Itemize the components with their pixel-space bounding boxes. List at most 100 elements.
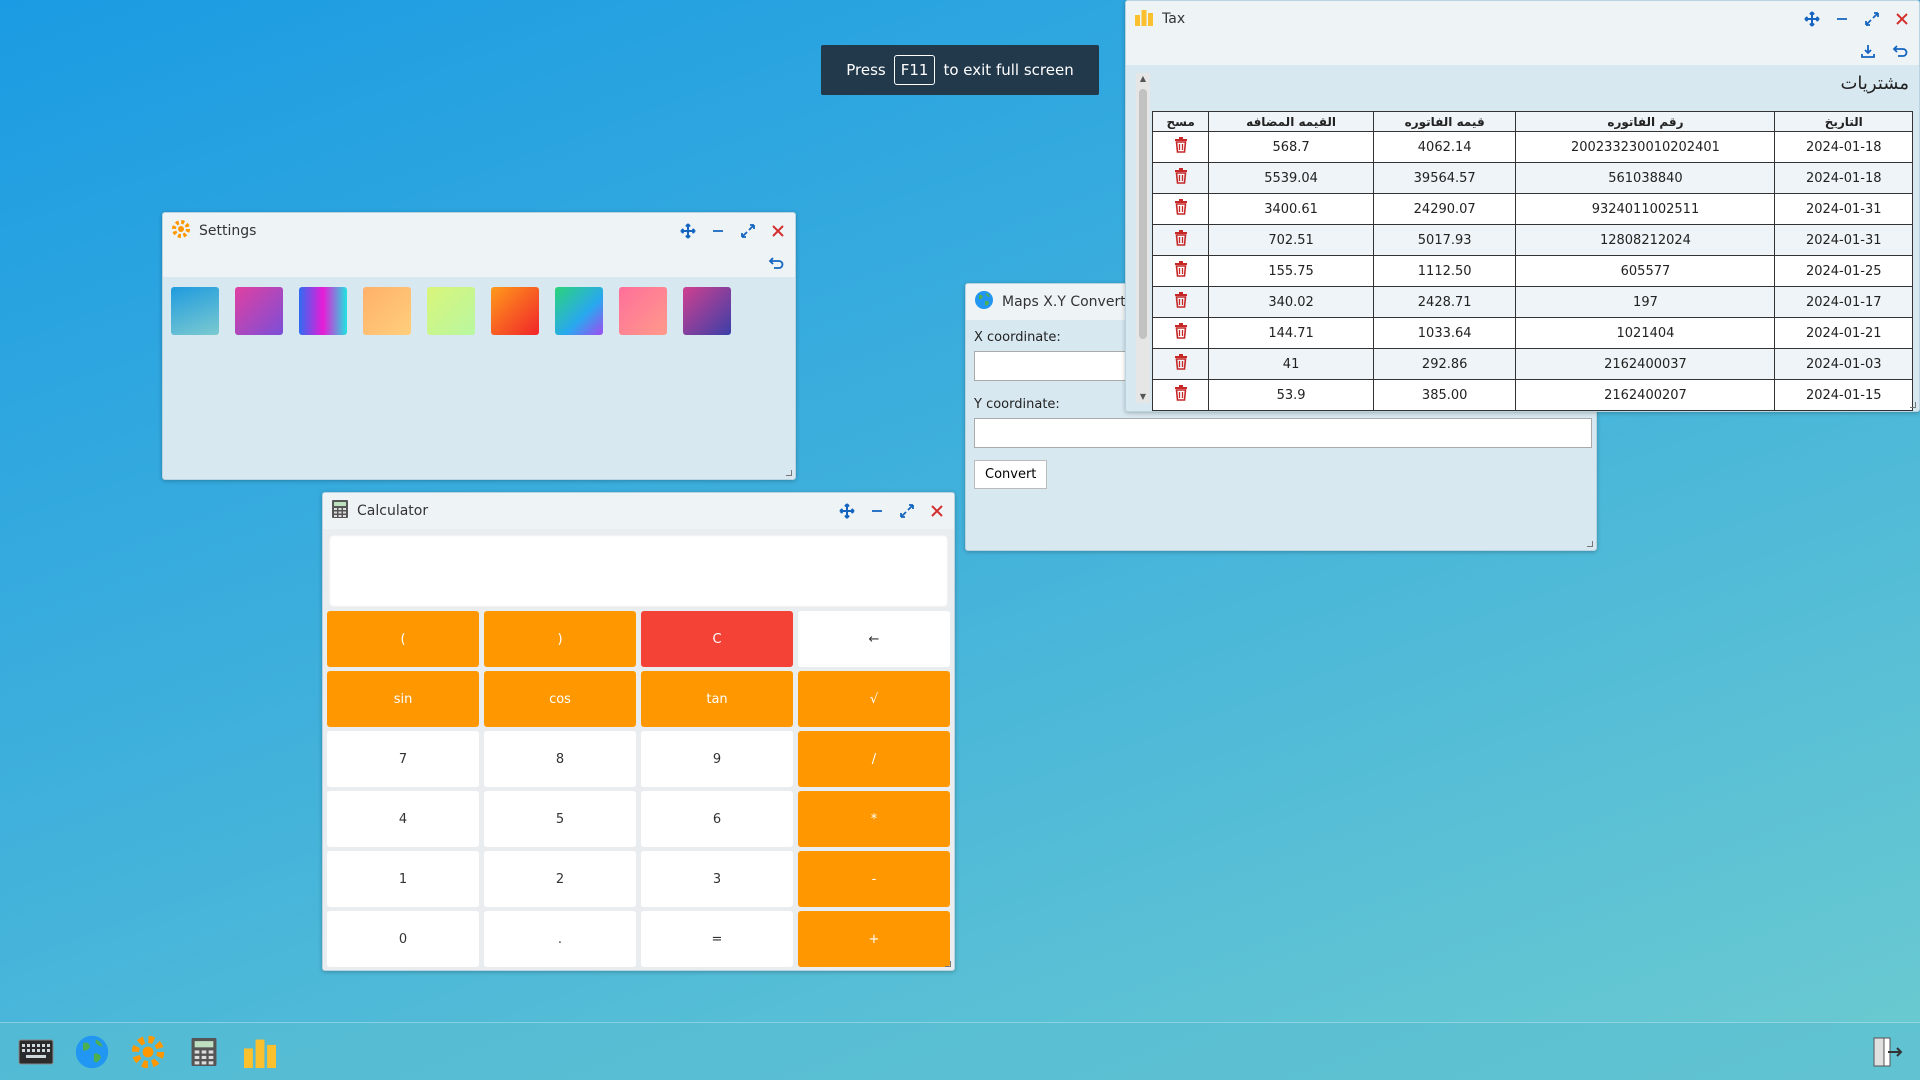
theme-swatch[interactable] [427,287,475,335]
sin-button[interactable]: sin [327,671,479,727]
subtract-button[interactable]: - [798,851,950,907]
resize-grip[interactable] [1587,541,1593,547]
trash-icon[interactable] [1174,137,1188,157]
digit-3-button[interactable]: 3 [641,851,793,907]
sqrt-button[interactable]: √ [798,671,950,727]
table-cell: 2024-01-18 [1774,162,1913,194]
multiply-button[interactable]: * [798,791,950,847]
delete-cell[interactable] [1151,348,1210,380]
delete-cell[interactable] [1151,193,1210,225]
delete-cell[interactable] [1151,286,1210,318]
theme-swatch[interactable] [235,287,283,335]
tax-titlebar[interactable]: Tax [1126,1,1919,37]
table-cell: 41 [1208,348,1374,380]
gear-icon[interactable] [128,1032,168,1072]
digit-6-button[interactable]: 6 [641,791,793,847]
table-cell: 2024-01-31 [1774,193,1913,225]
undo-icon[interactable] [767,254,785,272]
theme-swatch[interactable] [171,287,219,335]
close-icon[interactable] [928,502,946,520]
table-cell: 702.51 [1208,224,1374,256]
tax-toolbar [1126,37,1919,65]
delete-cell[interactable] [1151,131,1210,163]
calculator-display[interactable] [329,535,948,607]
scroll-down-icon[interactable]: ▼ [1136,391,1150,403]
table-row: 2024-01-15 2162400207 385.00 53.9 [1151,379,1913,411]
settings-titlebar[interactable]: Settings [163,213,795,249]
delete-cell[interactable] [1151,379,1210,411]
delete-cell[interactable] [1151,224,1210,256]
trash-icon[interactable] [1174,323,1188,343]
download-icon[interactable] [1859,42,1877,60]
digit-1-button[interactable]: 1 [327,851,479,907]
tan-button[interactable]: tan [641,671,793,727]
scrollbar-thumb[interactable] [1139,89,1147,339]
theme-swatch[interactable] [491,287,539,335]
move-icon[interactable] [679,222,697,240]
delete-cell[interactable] [1151,255,1210,287]
minimize-icon[interactable] [1833,10,1851,28]
trash-icon[interactable] [1174,199,1188,219]
convert-button[interactable]: Convert [974,460,1048,489]
settings-window: Settings [162,212,796,480]
digit-2-button[interactable]: 2 [484,851,636,907]
clear-button[interactable]: C [641,611,793,667]
theme-swatch[interactable] [683,287,731,335]
resize-grip[interactable] [1910,402,1916,408]
cos-button[interactable]: cos [484,671,636,727]
theme-swatch[interactable] [555,287,603,335]
close-icon[interactable] [769,222,787,240]
equals-button[interactable]: = [641,911,793,967]
backspace-button[interactable]: ← [798,611,950,667]
digit-9-button[interactable]: 9 [641,731,793,787]
theme-swatch[interactable] [363,287,411,335]
minimize-icon[interactable] [868,502,886,520]
close-paren-button[interactable]: ) [484,611,636,667]
keyboard-icon[interactable] [16,1032,56,1072]
trash-icon[interactable] [1174,354,1188,374]
delete-cell[interactable] [1151,317,1210,349]
vertical-scrollbar[interactable]: ▲ ▼ [1136,73,1150,403]
trash-icon[interactable] [1174,292,1188,312]
maximize-icon[interactable] [739,222,757,240]
divide-button[interactable]: / [798,731,950,787]
bar-chart-icon[interactable] [240,1032,280,1072]
digit-8-button[interactable]: 8 [484,731,636,787]
undo-icon[interactable] [1891,42,1909,60]
trash-icon[interactable] [1174,261,1188,281]
table-row: 2024-01-18 561038840 39564.57 5539.04 [1151,162,1913,194]
maximize-icon[interactable] [898,502,916,520]
scroll-up-icon[interactable]: ▲ [1136,73,1150,85]
digit-7-button[interactable]: 7 [327,731,479,787]
decimal-button[interactable]: . [484,911,636,967]
calculator-titlebar[interactable]: Calculator [323,493,954,529]
trash-icon[interactable] [1174,385,1188,405]
table-cell: 292.86 [1372,348,1517,380]
digit-5-button[interactable]: 5 [484,791,636,847]
table-cell: 568.7 [1208,131,1374,163]
trash-icon[interactable] [1174,230,1188,250]
table-row: 2024-01-18 200233230010202401 4062.14 568.7 [1151,131,1913,163]
resize-grip[interactable] [786,470,792,476]
y-coordinate-input[interactable] [974,418,1592,448]
maximize-icon[interactable] [1863,10,1881,28]
digit-4-button[interactable]: 4 [327,791,479,847]
theme-swatch[interactable] [299,287,347,335]
exit-icon[interactable] [1866,1032,1906,1072]
resize-grip[interactable] [945,961,951,967]
tax-window: Tax ▲ ▼ مشتريات التاريخ رقم الفاتوره قيمه … [1125,0,1920,412]
theme-swatch[interactable] [619,287,667,335]
move-icon[interactable] [838,502,856,520]
globe-icon[interactable] [72,1032,112,1072]
calculator-icon[interactable] [184,1032,224,1072]
open-paren-button[interactable]: ( [327,611,479,667]
table-row: 2024-01-25 605577 1112.50 155.75 [1151,255,1913,287]
digit-0-button[interactable]: 0 [327,911,479,967]
move-icon[interactable] [1803,10,1821,28]
calculator-window: Calculator () C ← sin cos tan √ 7 8 9/ 4 5 6 * 1 2 3- 0. =… [322,492,955,971]
minimize-icon[interactable] [709,222,727,240]
trash-icon[interactable] [1174,168,1188,188]
close-icon[interactable] [1893,10,1911,28]
delete-cell[interactable] [1151,162,1210,194]
add-button[interactable]: + [798,911,950,967]
